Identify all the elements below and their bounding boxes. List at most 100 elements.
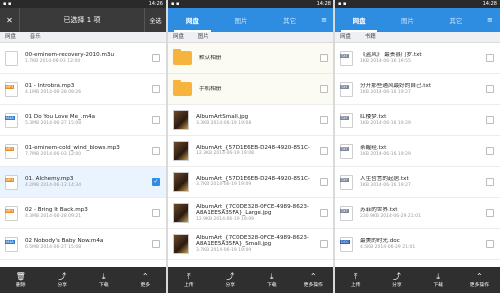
close-icon: ✕ — [6, 15, 13, 25]
tab-netdisk[interactable]: 网盘 — [168, 8, 217, 32]
status-icons-right: 14:26 — [149, 0, 163, 8]
tab-bar: 网盘 图片 其它 ≡ — [168, 8, 334, 32]
status-time: 14:26 — [148, 1, 163, 7]
download-button[interactable]: ⤓ 下载 — [418, 267, 459, 293]
row-checkbox[interactable] — [320, 209, 328, 217]
list-item-selected[interactable]: MP3 01. Alchemy.mp3 4.2MB 2014-06-13 14:3… — [0, 167, 166, 198]
share-button[interactable]: ⤴ 分享 — [376, 267, 417, 293]
more-button[interactable]: ⌃ 更多 — [125, 267, 167, 293]
row-checkbox[interactable] — [320, 178, 328, 186]
list-item[interactable]: AlbumArt_{7C0DE328-0FCE-4989-8623-A8A1EE… — [168, 229, 334, 260]
share-button[interactable]: ⤴ 分享 — [42, 267, 84, 293]
list-item[interactable]: M4A 01 Do You Love Me_.m4a 5.3MB 2014-06-… — [0, 105, 166, 136]
file-meta: 1KB 2014-06-16 19:29 — [360, 120, 411, 126]
image-thumbnail — [173, 234, 189, 254]
file-name: 01 - Introbra.mp3 — [25, 82, 75, 89]
list-item[interactable]: TXT 红楼梦.txt 1KB 2014-06-16 19:29 — [335, 105, 500, 136]
list-item[interactable]: DOC 最美的时光.doc 4.5KB 2014-06-29 21:01 — [335, 229, 500, 260]
folder-item[interactable]: 手机相册 — [168, 74, 334, 105]
file-name: 《盗风》 最贵县门罗.txt — [360, 51, 422, 58]
file-meta: 230.9KB 2014-06-29 21:01 — [360, 213, 421, 219]
selection-count-title: 已选择 1 项 — [63, 16, 101, 24]
file-name: AlbumArtSmall.jpg — [196, 113, 249, 120]
tab-images[interactable]: 图片 — [217, 8, 266, 32]
upload-button[interactable]: ⤒ 上传 — [335, 267, 376, 293]
upload-button[interactable]: ⤒ 上传 — [168, 267, 210, 293]
row-checkbox[interactable] — [152, 240, 160, 248]
list-item[interactable]: AlbumArt_{57D1E6EB-D248-4920-851C- 12.3KB… — [168, 136, 334, 167]
menu-icon[interactable]: ≡ — [480, 8, 500, 32]
list-item[interactable]: M4A 02 Nobody's Baby Now.m4a 6.5MB 2014-0… — [0, 229, 166, 260]
list-item[interactable]: AlbumArtSmall.jpg 3.3KB 2014-06-19 19:08 — [168, 105, 334, 136]
tab-netdisk[interactable]: 网盘 — [335, 8, 383, 32]
list-item[interactable]: TXT 《盗风》 最贵县门罗.txt 1KB 2014-06-16 19:55 — [335, 43, 500, 74]
file-list: 00-eminem-recovery-2010.m3u 1.7KB 2014-06… — [0, 43, 166, 267]
breadcrumb-current: 图片 — [197, 34, 209, 40]
row-checkbox[interactable] — [320, 240, 328, 248]
tab-other[interactable]: 其它 — [265, 8, 314, 32]
file-meta: 6.5MB 2014-06-27 15:08 — [25, 244, 82, 250]
upload-icon: ⤒ — [186, 272, 191, 281]
delete-button[interactable]: 🗑 删除 — [0, 267, 42, 293]
row-checkbox[interactable] — [152, 209, 160, 217]
list-item[interactable]: TXT 苏菲的世界.txt 230.9KB 2014-06-29 21:01 — [335, 198, 500, 229]
list-item[interactable]: AlbumArt_{7C0DE328-0FCE-4989-8623-A8A1EE… — [168, 198, 334, 229]
file-list: TXT 《盗风》 最贵县门罗.txt 1KB 2014-06-16 19:55 T… — [335, 43, 500, 267]
row-checkbox[interactable] — [152, 85, 160, 93]
close-selection-button[interactable]: ✕ — [0, 8, 20, 32]
file-meta: 4.3MB 2014-06-28 09:21 — [25, 213, 82, 219]
download-button[interactable]: ⤓ 下载 — [251, 267, 293, 293]
image-thumbnail — [173, 110, 189, 130]
row-checkbox[interactable] — [152, 147, 160, 155]
row-checkbox[interactable] — [486, 54, 494, 62]
row-checkbox[interactable] — [486, 178, 494, 186]
list-item[interactable]: TXT 茶醒经.txt 1KB 2014-06-16 19:29 — [335, 136, 500, 167]
list-item[interactable]: TXT 人生哲言的起居.txt 1KB 2014-06-16 19:27 — [335, 167, 500, 198]
list-item[interactable]: 00-eminem-recovery-2010.m3u 1.7KB 2014-06… — [0, 43, 166, 74]
tab-images[interactable]: 图片 — [383, 8, 431, 32]
row-checkbox[interactable] — [320, 147, 328, 155]
row-checkbox[interactable] — [486, 116, 494, 124]
more-actions-button[interactable]: ⌃ 更多操作 — [459, 267, 500, 293]
file-name: 分开那些通风最好的自己.txt — [360, 82, 432, 89]
row-checkbox[interactable] — [320, 116, 328, 124]
more-actions-button[interactable]: ⌃ 更多操作 — [293, 267, 335, 293]
list-item[interactable]: AlbumArt_{57D1E6EB-D248-4920-851C- 3.7KB … — [168, 167, 334, 198]
upload-icon: ⤒ — [353, 272, 358, 281]
list-item[interactable]: MP3 01 - Introbra.mp3 4.1MB 2014-06-28 09… — [0, 74, 166, 105]
menu-icon[interactable]: ≡ — [314, 8, 334, 32]
row-checkbox[interactable] — [486, 147, 494, 155]
select-all-button[interactable]: 全选 — [144, 8, 166, 32]
breadcrumb: 网盘 图片 — [168, 32, 334, 43]
breadcrumb-current: 音乐 — [29, 34, 41, 40]
tab-bar: 网盘 图片 其它 ≡ — [335, 8, 500, 32]
mp3-file-icon: MP3 — [5, 81, 18, 97]
row-checkbox[interactable] — [486, 240, 494, 248]
row-checkbox[interactable] — [152, 54, 160, 62]
tab-other[interactable]: 其它 — [432, 8, 480, 32]
file-name: 人生哲言的起居.txt — [360, 175, 409, 182]
row-checkbox[interactable] — [320, 54, 328, 62]
file-meta: 1KB 2014-06-16 19:27 — [360, 182, 411, 188]
share-button[interactable]: ⤴ 分享 — [210, 267, 252, 293]
folder-item[interactable]: 默认相册 — [168, 43, 334, 74]
books-screen: ▪ ▪ 14:28 网盘 图片 其它 ≡ 网盘 书籍 TXT 《盗风》 最贵县门… — [335, 0, 500, 293]
list-item[interactable]: MP3 02 - Bring It Back.mp3 4.3MB 2014-06-… — [0, 198, 166, 229]
share-icon: ⤴ — [392, 272, 401, 281]
folder-icon — [173, 80, 192, 96]
download-button[interactable]: ⤓ 下载 — [83, 267, 125, 293]
txt-file-icon: TXT — [340, 50, 353, 66]
breadcrumb-root[interactable]: 网盘 — [173, 34, 184, 40]
row-checkbox[interactable] — [320, 85, 328, 93]
list-item[interactable]: MP3 01-eminem-cold_wind_blows.mp3 7.7MB 2… — [0, 136, 166, 167]
row-checkbox[interactable] — [486, 209, 494, 217]
row-checkbox-checked[interactable]: ✓ — [152, 178, 160, 186]
folder-name: 默认相册 — [199, 54, 222, 61]
breadcrumb-root[interactable]: 网盘 — [5, 34, 16, 40]
row-checkbox[interactable] — [152, 116, 160, 124]
breadcrumb-root[interactable]: 网盘 — [340, 34, 351, 40]
folder-icon — [173, 49, 192, 65]
file-meta: 1KB 2014-06-16 19:27 — [360, 89, 411, 95]
list-item[interactable]: TXT 分开那些通风最好的自己.txt 1KB 2014-06-16 19:27 — [335, 74, 500, 105]
row-checkbox[interactable] — [486, 85, 494, 93]
